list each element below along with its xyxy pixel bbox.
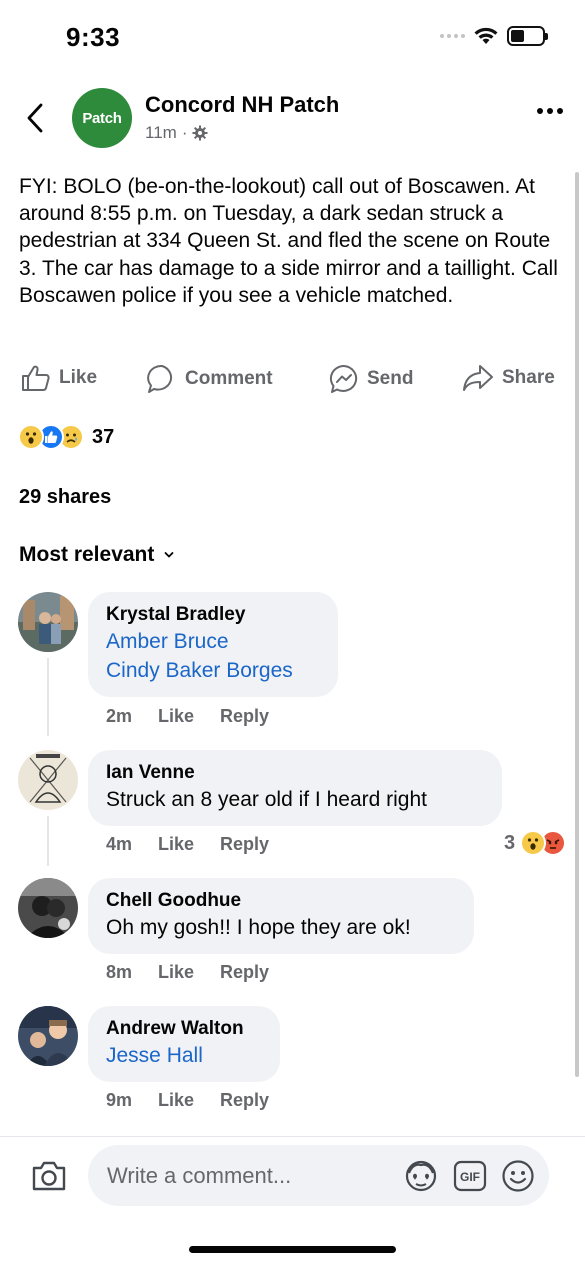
comment-composer[interactable]: GIF: [88, 1145, 549, 1206]
comment-time: 9m: [106, 1090, 133, 1110]
reaction-summary[interactable]: 37: [18, 424, 114, 450]
comment-meta: 4m Like Reply: [106, 834, 269, 855]
shares-count[interactable]: 29 shares: [19, 486, 111, 509]
comment-author[interactable]: Ian Venne: [106, 761, 484, 785]
comment-like-button[interactable]: Like: [158, 1090, 194, 1111]
page-name[interactable]: Concord NH Patch: [145, 92, 339, 118]
comment-reply-button[interactable]: Reply: [220, 834, 269, 855]
camera-icon: [32, 1161, 66, 1191]
comment-reply-button[interactable]: Reply: [220, 706, 269, 727]
comment-icon: [147, 364, 173, 393]
more-options-button[interactable]: [537, 108, 563, 114]
avatar-sticker-icon[interactable]: [403, 1159, 439, 1193]
avatar[interactable]: [18, 1006, 78, 1066]
comment-bubble[interactable]: Krystal Bradley Amber Bruce Cindy Baker …: [88, 592, 338, 697]
avatar[interactable]: [18, 750, 78, 810]
thumbs-up-icon: [22, 365, 50, 391]
tagged-user-link[interactable]: Jesse Hall: [106, 1041, 262, 1070]
comment-author[interactable]: Andrew Walton: [106, 1017, 262, 1041]
post-action-bar: Like Comment Send Share: [0, 360, 585, 396]
comment-text: Oh my gosh!! I hope they are ok!: [106, 916, 411, 939]
comment-meta: 2m Like Reply: [106, 706, 269, 727]
comment-button[interactable]: Comment: [147, 364, 273, 394]
svg-text:GIF: GIF: [460, 1170, 480, 1184]
composer-divider: [0, 1136, 585, 1137]
chevron-left-icon: [27, 103, 43, 133]
messenger-icon: [329, 364, 358, 393]
post-meta: 11m ·: [145, 123, 208, 143]
send-label: Send: [367, 368, 414, 389]
tagged-user-link[interactable]: Amber Bruce: [106, 627, 320, 656]
share-arrow-icon: [463, 365, 493, 391]
comment-reactions[interactable]: 3: [504, 830, 567, 856]
scrollbar[interactable]: [575, 172, 579, 1077]
comment-reply-button[interactable]: Reply: [220, 1090, 269, 1111]
share-button[interactable]: Share: [462, 364, 555, 392]
sort-label: Most relevant: [19, 543, 155, 566]
page-avatar[interactable]: Patch: [72, 88, 132, 148]
send-button[interactable]: Send: [329, 364, 413, 394]
chevron-down-icon: [164, 552, 174, 558]
status-time: 9:33: [66, 22, 121, 52]
comment-bubble[interactable]: Andrew Walton Jesse Hall: [88, 1006, 280, 1082]
comment-time: 2m: [106, 706, 133, 726]
home-indicator: [189, 1246, 396, 1253]
comment-reply-button[interactable]: Reply: [220, 962, 269, 983]
comment-input[interactable]: [107, 1162, 377, 1189]
post-text: FYI: BOLO (be-on-the-lookout) call out o…: [19, 175, 558, 307]
like-label: Like: [59, 367, 98, 388]
thread-line: [47, 816, 49, 866]
comment-label: Comment: [185, 368, 273, 389]
comment-meta: 8m Like Reply: [106, 962, 269, 983]
signal-icon: [440, 34, 465, 38]
wow-reaction-icon: [520, 830, 547, 856]
comment-like-button[interactable]: Like: [158, 962, 194, 983]
comment-like-button[interactable]: Like: [158, 834, 194, 855]
camera-button[interactable]: [30, 1158, 68, 1194]
battery-icon: [507, 26, 548, 46]
comment-like-button[interactable]: Like: [158, 706, 194, 727]
thread-line: [47, 658, 49, 736]
avatar[interactable]: [18, 878, 78, 938]
gif-icon[interactable]: GIF: [453, 1160, 487, 1192]
post-time[interactable]: 11m: [145, 123, 177, 143]
comment-bubble[interactable]: Ian Venne Struck an 8 year old if I hear…: [88, 750, 502, 826]
comment-sort-dropdown[interactable]: Most relevant: [19, 543, 174, 567]
emoji-icon[interactable]: [501, 1159, 535, 1193]
comment-time: 4m: [106, 834, 133, 854]
tagged-user-link[interactable]: Cindy Baker Borges: [106, 656, 320, 685]
comment-bubble[interactable]: Chell Goodhue Oh my gosh!! I hope they a…: [88, 878, 474, 954]
like-button[interactable]: Like: [21, 364, 97, 392]
comment-author[interactable]: Chell Goodhue: [106, 889, 456, 913]
back-button[interactable]: [20, 100, 50, 136]
wow-reaction-icon: [18, 424, 44, 450]
reaction-count: 37: [92, 425, 115, 448]
avatar[interactable]: [18, 592, 78, 652]
comment-time: 8m: [106, 962, 133, 982]
comment-author[interactable]: Krystal Bradley: [106, 603, 320, 627]
wifi-icon: [474, 27, 498, 44]
share-label: Share: [502, 367, 555, 388]
composer-icons: GIF: [403, 1159, 535, 1193]
status-icons: [440, 26, 548, 46]
comment-meta: 9m Like Reply: [106, 1090, 269, 1111]
gear-icon: [192, 125, 208, 141]
meta-separator: ·: [181, 123, 188, 142]
comment-reaction-count: 3: [504, 831, 516, 854]
comment-text: Struck an 8 year old if I heard right: [106, 788, 427, 811]
